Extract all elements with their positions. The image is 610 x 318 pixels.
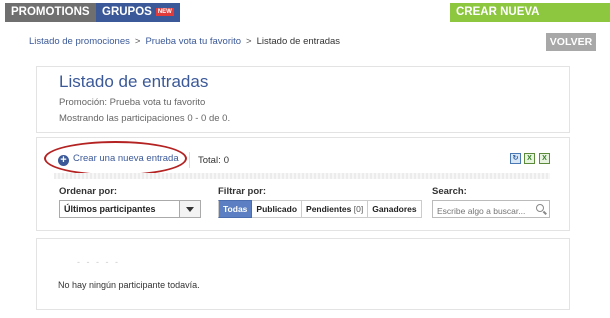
empty-message: No hay ningún participante todavía. [58, 280, 200, 290]
total-count: Total: 0 [198, 155, 229, 166]
header-box: Listado de entradas Promoción: Prueba vo… [36, 66, 570, 133]
entries-toolbar-panel: + Crear una nueva entrada Total: 0 ↻ X X O… [36, 137, 570, 231]
create-entry-label: Crear una nueva entrada [73, 153, 179, 164]
create-entry-link[interactable]: + Crear una nueva entrada [58, 153, 179, 166]
breadcrumb-link-promotions[interactable]: Listado de promociones [29, 36, 130, 47]
filter-label: Filtrar por: [218, 186, 267, 197]
page-title: Listado de entradas [59, 72, 209, 91]
results-panel: - - - - - No hay ningún participante tod… [36, 238, 570, 310]
pendientes-count: [0] [353, 204, 364, 214]
breadcrumb-separator: > [246, 36, 252, 47]
faint-text: - - - - - [77, 257, 120, 267]
breadcrumb-link-promotion[interactable]: Prueba vota tu favorito [145, 36, 241, 47]
search-box [432, 200, 550, 219]
top-bar: PROMOTIONS GRUPOS NEW CREAR NUEVA PROMOCI… [0, 0, 610, 37]
promotions-button[interactable]: PROMOTIONS [5, 3, 96, 22]
total-label: Total: [198, 155, 221, 166]
order-selected-value: Últimos participantes [64, 204, 156, 214]
grupos-button[interactable]: GRUPOS NEW [96, 3, 180, 22]
new-badge: NEW [155, 8, 174, 16]
breadcrumb-current: Listado de entradas [256, 36, 341, 47]
filter-tab-pendientes[interactable]: Pendientes [0] [302, 200, 369, 218]
total-value: 0 [223, 155, 230, 166]
filter-tab-ganadores[interactable]: Ganadores [368, 200, 422, 218]
plus-circle-icon: + [58, 155, 69, 166]
entries-count: Mostrando las participaciones 0 - 0 de 0… [59, 113, 231, 124]
refresh-icon[interactable]: ↻ [510, 153, 521, 164]
search-icon[interactable] [536, 204, 544, 212]
back-button[interactable]: VOLVER [546, 33, 596, 51]
filter-tab-todas[interactable]: Todas [218, 200, 253, 218]
grupos-label: GRUPOS [102, 6, 152, 18]
filter-tab-pendientes-label: Pendientes [306, 204, 352, 214]
divider [189, 152, 190, 168]
create-promotion-button[interactable]: CREAR NUEVA PROMOCIÓN [450, 3, 610, 37]
breadcrumb-separator: > [134, 36, 141, 47]
filter-tab-publicado[interactable]: Publicado [252, 200, 303, 218]
chevron-down-icon [179, 201, 200, 217]
excel-export-all-icon[interactable]: X [539, 153, 550, 164]
breadcrumb: Listado de promociones > Prueba vota tu fa… [29, 36, 340, 47]
search-input[interactable] [433, 203, 533, 219]
filter-tabs: Todas Publicado Pendientes [0] Ganadores [218, 200, 422, 218]
search-label: Search: [432, 186, 467, 197]
excel-export-icon[interactable]: X [524, 153, 535, 164]
order-label: Ordenar por: [59, 186, 118, 197]
order-select[interactable]: Últimos participantes [59, 200, 201, 218]
striped-separator [54, 173, 550, 179]
promotion-name: Promoción: Prueba vota tu favorito [59, 97, 206, 108]
